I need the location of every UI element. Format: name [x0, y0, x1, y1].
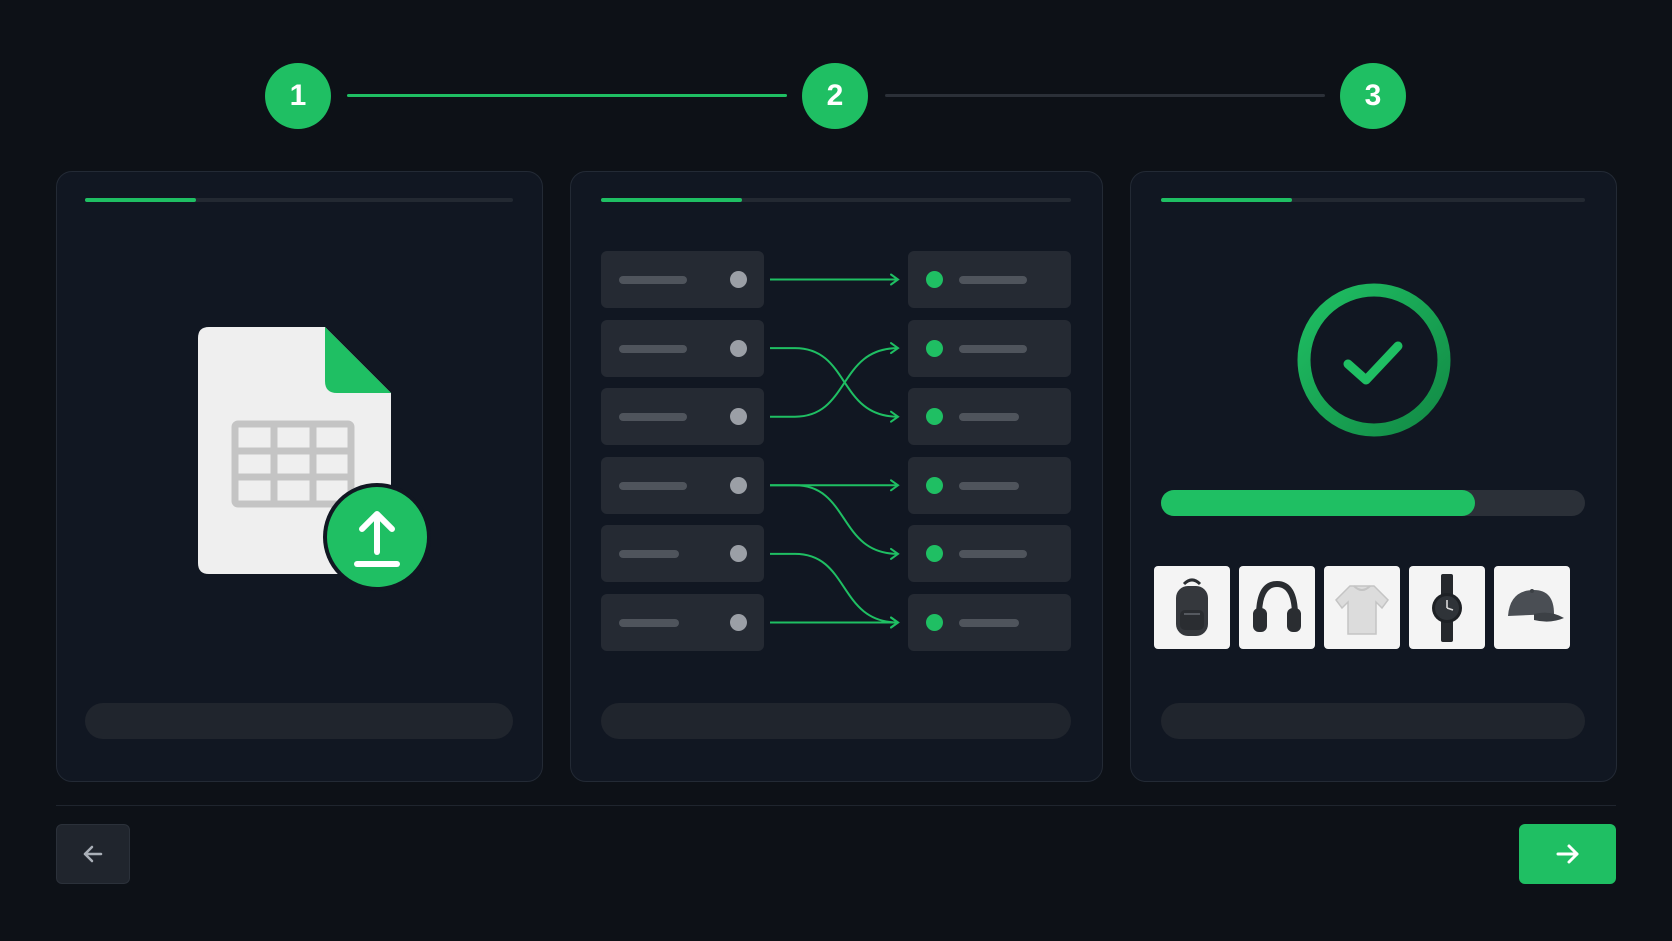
upload-progress-fill	[85, 198, 197, 202]
upload-panel-footer	[85, 703, 513, 739]
mapping-connector	[770, 347, 899, 418]
result-progress-fill	[1161, 490, 1475, 516]
mapping-panel-footer	[601, 703, 1071, 739]
cap-thumbnail[interactable]	[1494, 566, 1570, 649]
stepper: 1 2 3	[0, 0, 1672, 150]
complete-panel	[1130, 171, 1617, 782]
sweater-thumbnail[interactable]	[1324, 566, 1400, 649]
step-2-indicator[interactable]: 2	[802, 63, 868, 129]
step-3-indicator[interactable]: 3	[1340, 63, 1406, 129]
backpack-thumbnail[interactable]	[1154, 566, 1230, 649]
spreadsheet-upload-icon[interactable]	[195, 327, 435, 597]
footer-divider	[56, 805, 1616, 806]
complete-panel-footer	[1161, 703, 1585, 739]
check-circle-icon	[1294, 280, 1454, 440]
field-mapping-area	[571, 172, 1104, 783]
next-button[interactable]	[1519, 824, 1616, 884]
watch-thumbnail[interactable]	[1409, 566, 1485, 649]
checkmark-icon	[1343, 341, 1403, 385]
complete-progress-track	[1161, 198, 1585, 202]
mapping-connectors	[770, 273, 900, 629]
result-progress-track	[1161, 490, 1585, 516]
spreadsheet-file-icon	[198, 327, 431, 591]
complete-progress-fill	[1161, 198, 1293, 202]
arrow-right-icon	[1556, 844, 1578, 864]
upload-progress-track	[85, 198, 513, 202]
step-connector-2-3	[885, 94, 1325, 97]
upload-panel	[56, 171, 543, 782]
mapping-connector	[770, 347, 899, 418]
mapping-connector	[770, 484, 899, 555]
back-button[interactable]	[56, 824, 130, 884]
arrow-left-icon	[83, 845, 103, 863]
step-1-indicator[interactable]: 1	[265, 63, 331, 129]
step-connector-1-2	[347, 94, 787, 97]
mapping-connector	[770, 552, 899, 624]
mapping-panel	[570, 171, 1103, 782]
headphones-thumbnail[interactable]	[1239, 566, 1315, 649]
